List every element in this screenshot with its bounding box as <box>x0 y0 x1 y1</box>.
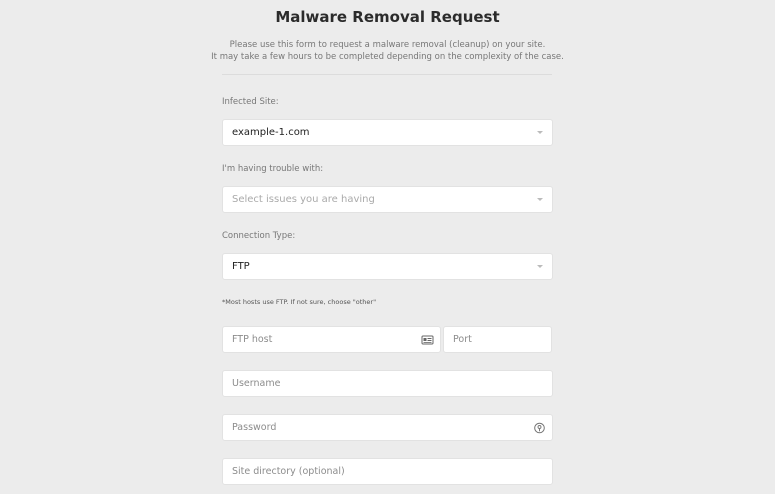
connection-type-label: Connection Type: <box>222 231 296 241</box>
ftp-host-input[interactable] <box>232 334 440 345</box>
chevron-down-icon <box>537 265 543 268</box>
contact-card-icon[interactable] <box>421 334 434 346</box>
divider <box>222 74 552 75</box>
username-input[interactable] <box>232 378 552 389</box>
password-manager-icon[interactable] <box>533 422 546 434</box>
description-line-2: It may take a few hours to be completed … <box>211 52 564 62</box>
trouble-placeholder: Select issues you are having <box>232 194 375 205</box>
trouble-label: I'm having trouble with: <box>222 164 324 174</box>
password-field[interactable] <box>222 414 553 441</box>
chevron-down-icon <box>537 131 543 134</box>
infected-site-select[interactable]: example-1.com <box>222 119 553 146</box>
infected-site-value: example-1.com <box>232 127 310 138</box>
description-line-1: Please use this form to request a malwar… <box>229 40 546 50</box>
chevron-down-icon <box>537 198 543 201</box>
site-directory-field[interactable] <box>222 458 553 485</box>
ftp-host-field[interactable] <box>222 326 441 353</box>
port-field[interactable] <box>443 326 552 353</box>
site-directory-input[interactable] <box>232 466 552 477</box>
page-description: Please use this form to request a malwar… <box>0 39 775 63</box>
connection-type-value: FTP <box>232 261 250 272</box>
connection-type-select[interactable]: FTP <box>222 253 553 280</box>
trouble-select[interactable]: Select issues you are having <box>222 186 553 213</box>
infected-site-label: Infected Site: <box>222 97 279 107</box>
connection-note: *Most hosts use FTP. If not sure, choose… <box>222 298 377 306</box>
page-title: Malware Removal Request <box>275 8 500 26</box>
username-field[interactable] <box>222 370 553 397</box>
password-input[interactable] <box>232 422 552 433</box>
port-input[interactable] <box>453 334 551 345</box>
malware-removal-form-page: Malware Removal Request Please use this … <box>0 0 775 494</box>
